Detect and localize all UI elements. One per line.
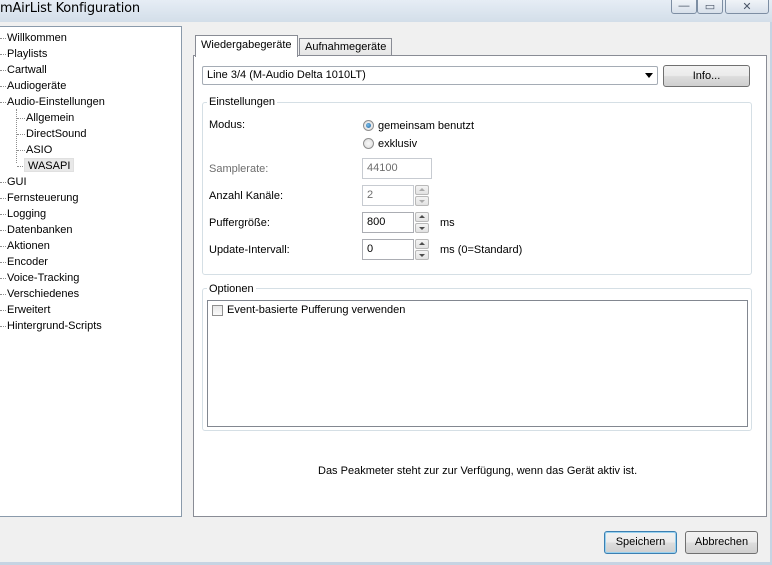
tree-item-aktionen[interactable]: Aktionen	[7, 239, 50, 253]
tree-connector	[0, 182, 6, 183]
info-button[interactable]: Info...	[663, 65, 750, 87]
tree-connector	[0, 198, 6, 199]
save-button[interactable]: Speichern	[604, 531, 677, 554]
tree-item-wasapi[interactable]: WASAPI	[24, 158, 75, 172]
settings-tree[interactable]: Willkommen Playlists Cartwall Audiogerät…	[0, 26, 182, 517]
title-bar[interactable]: mAirList Konfiguration — ▭ ✕	[0, 0, 772, 22]
device-select-value: Line 3/4 (M-Audio Delta 1010LT)	[207, 69, 366, 81]
tree-connector	[0, 310, 6, 311]
tree-item-audiogeraete[interactable]: Audiogeräte	[7, 79, 66, 93]
tree-connector	[0, 262, 6, 263]
tree-connector	[17, 150, 25, 151]
minimize-button[interactable]: —	[671, 0, 697, 14]
tree-connector	[0, 214, 6, 215]
tree-item-cartwall[interactable]: Cartwall	[7, 63, 47, 77]
spin-down-icon[interactable]	[415, 250, 429, 260]
update-interval-field[interactable]: 0	[362, 239, 414, 260]
buffer-size-field[interactable]: 800	[362, 212, 414, 233]
tree-item-asio[interactable]: ASIO	[26, 143, 52, 157]
spin-up-icon	[415, 185, 429, 195]
chevron-down-icon	[645, 73, 653, 78]
device-select[interactable]: Line 3/4 (M-Audio Delta 1010LT)	[202, 66, 658, 85]
samplerate-field: 44100	[362, 158, 432, 179]
tree-connector	[0, 102, 6, 103]
spin-down-icon[interactable]	[415, 223, 429, 233]
mode-shared-label[interactable]: gemeinsam benutzt	[378, 120, 474, 133]
maximize-button[interactable]: ▭	[697, 0, 723, 14]
cancel-button[interactable]: Abbrechen	[685, 531, 758, 554]
tree-item-directsound[interactable]: DirectSound	[26, 127, 87, 141]
tab-wiedergabegeraete[interactable]: Wiedergabegeräte	[195, 35, 298, 57]
tree-connector	[0, 86, 6, 87]
maximize-icon: ▭	[704, 0, 716, 13]
tree-item-audio-einstellungen[interactable]: Audio-Einstellungen	[7, 95, 105, 109]
samplerate-label: Samplerate:	[209, 163, 269, 175]
mode-shared-radio[interactable]	[363, 120, 374, 131]
mode-label: Modus:	[209, 119, 246, 131]
tree-item-gui[interactable]: GUI	[7, 175, 27, 189]
buffer-label: Puffergröße:	[209, 217, 270, 229]
channels-stepper	[415, 185, 429, 206]
tab-aufnahmegeraete[interactable]: Aufnahmegeräte	[299, 38, 393, 55]
event-buffering-label[interactable]: Event-basierte Pufferung verwenden	[227, 304, 405, 317]
close-button[interactable]: ✕	[725, 0, 769, 14]
tree-item-voice-tracking[interactable]: Voice-Tracking	[7, 271, 79, 285]
tree-connector	[0, 54, 6, 55]
spin-up-icon[interactable]	[415, 239, 429, 249]
options-group-title: Optionen	[207, 283, 256, 295]
dialog-client-area: Willkommen Playlists Cartwall Audiogerät…	[0, 22, 770, 562]
channels-label: Anzahl Kanäle:	[209, 190, 283, 202]
tree-item-fernsteuerung[interactable]: Fernsteuerung	[7, 191, 79, 205]
buffer-size-stepper[interactable]	[415, 212, 429, 233]
tree-connector	[0, 38, 6, 39]
tree-connector	[0, 326, 6, 327]
tree-connector	[0, 70, 6, 71]
tree-connector	[0, 294, 6, 295]
settings-group-title: Einstellungen	[207, 96, 278, 108]
buffer-unit-label: ms	[440, 217, 455, 229]
mode-exclusive-radio[interactable]	[363, 138, 374, 149]
update-interval-unit-label: ms (0=Standard)	[440, 244, 523, 256]
tree-connector	[0, 278, 6, 279]
mode-exclusive-label[interactable]: exklusiv	[378, 138, 417, 151]
spin-down-icon	[415, 196, 429, 206]
tree-connector	[17, 134, 25, 135]
options-list[interactable]: Event-basierte Pufferung verwenden	[207, 300, 748, 427]
channels-field: 2	[362, 185, 414, 206]
minimize-icon: —	[678, 0, 690, 12]
update-interval-label: Update-Intervall:	[209, 244, 290, 256]
tree-item-verschiedenes[interactable]: Verschiedenes	[7, 287, 79, 301]
tree-connector	[0, 246, 6, 247]
tree-item-hintergrund-scripts[interactable]: Hintergrund-Scripts	[7, 319, 102, 333]
window-title: mAirList Konfiguration	[0, 1, 140, 16]
tree-item-datenbanken[interactable]: Datenbanken	[7, 223, 72, 237]
tree-item-logging[interactable]: Logging	[7, 207, 46, 221]
spin-up-icon[interactable]	[415, 212, 429, 222]
close-icon: ✕	[742, 0, 752, 13]
update-interval-stepper[interactable]	[415, 239, 429, 260]
event-buffering-checkbox[interactable]	[212, 305, 223, 316]
tree-item-encoder[interactable]: Encoder	[7, 255, 48, 269]
tab-panel-wiedergabegeraete: Line 3/4 (M-Audio Delta 1010LT) Info... …	[193, 55, 767, 517]
tree-item-allgemein[interactable]: Allgemein	[26, 111, 74, 125]
peakmeter-note: Das Peakmeter steht zur zur Verfügung, w…	[318, 465, 638, 477]
tree-item-playlists[interactable]: Playlists	[7, 47, 47, 61]
tree-connector	[17, 118, 25, 119]
tree-item-erweitert[interactable]: Erweitert	[7, 303, 50, 317]
tree-item-willkommen[interactable]: Willkommen	[7, 31, 67, 45]
tree-connector	[0, 230, 6, 231]
